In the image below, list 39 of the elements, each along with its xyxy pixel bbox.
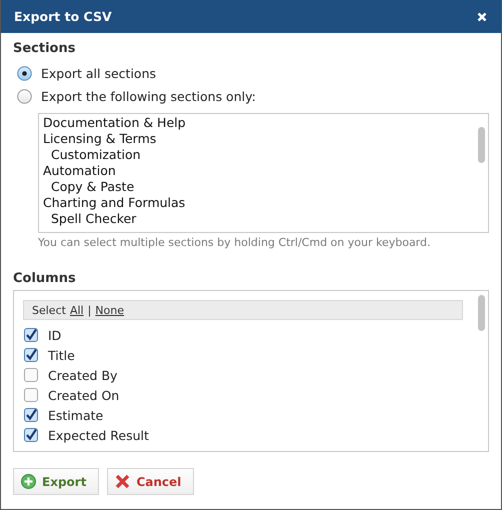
list-item[interactable]: Automation [43, 163, 476, 179]
section-heading: Columns [13, 271, 77, 286]
window-title: Export to CSV [14, 9, 112, 24]
option-label: Export the following sections only: [41, 89, 256, 104]
list-item[interactable]: Customization [43, 147, 476, 163]
scrollbar-thumb[interactable] [478, 295, 485, 331]
cross-icon [115, 474, 130, 489]
list-item[interactable]: Copy & Paste [43, 179, 476, 195]
option-label: Created On [48, 388, 120, 402]
list-item[interactable]: Licensing & Terms [43, 131, 476, 147]
checkbox[interactable] [24, 348, 38, 362]
sections-listbox[interactable]: Documentation & Help Licensing & Terms Customization Automation Copy & Paste Charting and Formulas Spell Checker [38, 113, 489, 233]
scrollbar-thumb[interactable] [478, 127, 485, 163]
select-label: Select [32, 304, 66, 316]
option-label: Title [48, 348, 75, 362]
radio-button[interactable] [17, 66, 32, 81]
radio-button[interactable] [17, 89, 32, 104]
checkbox[interactable] [24, 388, 38, 402]
list-item[interactable]: Documentation & Help [43, 115, 476, 131]
section-heading: Sections [13, 41, 76, 56]
list-item[interactable]: Charting and Formulas [43, 195, 476, 211]
checkbox[interactable] [24, 428, 38, 442]
separator: | [88, 304, 92, 316]
option-label: Estimate [48, 408, 104, 422]
cancel-button[interactable]: Cancel [107, 468, 194, 495]
hint-text: You can select multiple sections by holding Ctrl/Cmd on your keyboard. [38, 236, 432, 249]
plus-icon [21, 474, 36, 489]
option-label: Expected Result [48, 428, 149, 442]
close-icon[interactable] [477, 12, 487, 22]
export-button[interactable]: Export [13, 468, 100, 495]
select-none-link[interactable]: None [95, 304, 124, 316]
checkbox[interactable] [24, 368, 38, 382]
checkbox[interactable] [24, 328, 38, 342]
option-label: Created By [48, 368, 118, 382]
select-all-link[interactable]: All [70, 304, 84, 316]
option-label: Export all sections [41, 66, 156, 81]
checkbox[interactable] [24, 408, 38, 422]
option-label: ID [48, 328, 62, 342]
list-item[interactable]: Spell Checker [43, 211, 476, 227]
